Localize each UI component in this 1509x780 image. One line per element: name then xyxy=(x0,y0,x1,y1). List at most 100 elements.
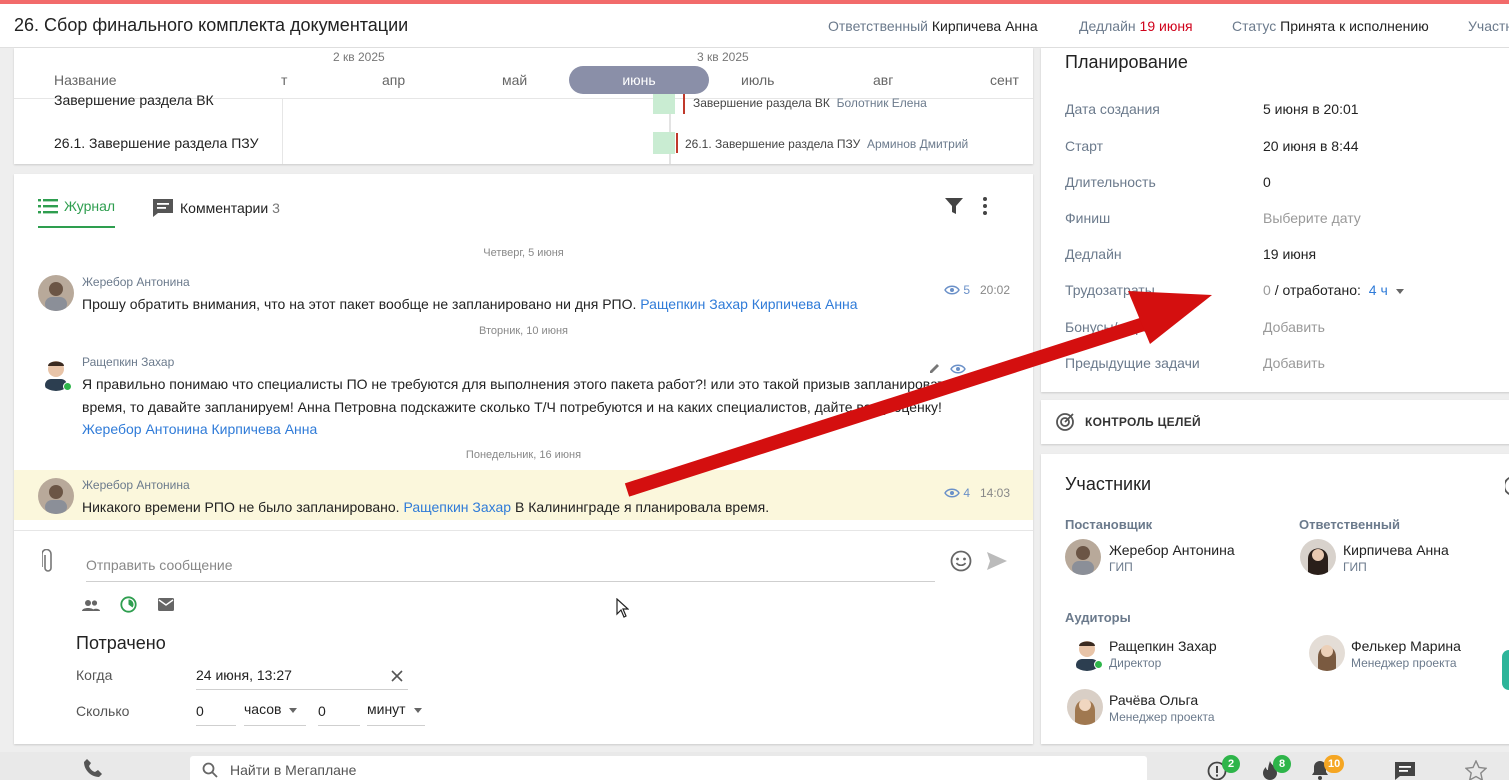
gantt-panel: 2 кв 2025 3 кв 2025 Название т апр май и… xyxy=(14,48,1033,164)
avatar[interactable] xyxy=(38,275,74,311)
auditor-name[interactable]: Ращепкин Захар xyxy=(1109,638,1217,654)
participants-title: Участники xyxy=(1065,474,1151,494)
bell-badge: 10 xyxy=(1324,755,1345,773)
worked-value[interactable]: 4 ч xyxy=(1369,282,1388,298)
deadline-date[interactable]: 19 июня xyxy=(1263,246,1316,262)
planning-label: Длительность xyxy=(1065,174,1156,190)
message-mention[interactable]: Ращепкин Захар xyxy=(403,499,511,515)
divider xyxy=(282,98,283,164)
planning-label: Дата создания xyxy=(1065,101,1160,117)
message-author[interactable]: Жеребор Антонина xyxy=(82,275,190,289)
month-active[interactable]: июнь xyxy=(569,66,709,94)
deadline-meta[interactable]: Дедлайн 19 июня xyxy=(1079,18,1193,34)
message-author[interactable]: Ращепкин Захар xyxy=(82,355,174,369)
edit-icon[interactable] xyxy=(929,361,941,377)
comments-count: 3 xyxy=(272,200,280,216)
minutes-unit-select[interactable]: минут xyxy=(367,696,425,726)
avatar[interactable] xyxy=(1067,689,1103,725)
setter-role: ГИП xyxy=(1109,560,1133,574)
comment-icon xyxy=(153,199,173,217)
deadline-marker xyxy=(676,133,678,153)
tab-journal[interactable]: Журнал xyxy=(38,198,116,228)
tab-comments[interactable]: Комментарии 3 xyxy=(152,198,280,218)
avatar[interactable] xyxy=(1065,539,1101,575)
attach-icon[interactable] xyxy=(41,548,54,576)
task-title: 26. Сбор финального комплекта документац… xyxy=(14,15,409,35)
worked-label: / отработано: xyxy=(1274,282,1361,298)
journal-panel: Журнал Комментарии 3 Четверг, 5 июня Жер… xyxy=(14,174,1033,744)
minutes-input[interactable] xyxy=(318,696,360,726)
fire-badge: 8 xyxy=(1273,755,1291,773)
send-icon[interactable] xyxy=(986,551,1008,574)
more-menu-icon[interactable] xyxy=(982,196,988,219)
month-label: авг xyxy=(873,72,894,88)
email-icon[interactable] xyxy=(158,598,174,614)
floating-action-button[interactable] xyxy=(1502,650,1509,690)
setter-name[interactable]: Жеребор Антонина xyxy=(1109,542,1235,558)
status-label: Статус xyxy=(1232,18,1277,34)
responsible-value[interactable]: Кирпичева Анна xyxy=(932,18,1038,34)
avatar[interactable] xyxy=(38,478,74,514)
planning-panel: Планирование Дата создания 5 июня в 20:0… xyxy=(1041,48,1509,392)
date-separator: Четверг, 5 июня xyxy=(483,247,564,259)
hours-input[interactable] xyxy=(196,696,236,726)
responsible-meta[interactable]: Ответственный Кирпичева Анна xyxy=(828,18,1038,34)
message-input[interactable] xyxy=(86,548,935,582)
participants-meta[interactable]: Участн xyxy=(1468,18,1509,34)
tab-comments-label: Комментарии xyxy=(180,200,269,216)
add-bonus-link[interactable]: Добавить xyxy=(1263,319,1325,335)
star-icon[interactable] xyxy=(1464,759,1488,780)
avatar[interactable] xyxy=(1300,539,1336,575)
labor-cost[interactable]: 0 / отработано: 4 ч xyxy=(1263,282,1404,298)
participants-icon[interactable] xyxy=(82,598,100,614)
participants-panel: Участники Постановщик Жеребор Антонина Г… xyxy=(1041,454,1509,744)
gantt-bar[interactable] xyxy=(653,94,675,114)
chat-icon[interactable] xyxy=(1394,761,1416,780)
finish-date-picker[interactable]: Выберите дату xyxy=(1263,210,1361,226)
hours-unit-select[interactable]: часов xyxy=(244,696,306,726)
month-label: сент xyxy=(990,72,1019,88)
avatar[interactable] xyxy=(1309,635,1345,671)
message-mentions[interactable]: Ращепкин Захар Кирпичева Анна xyxy=(640,296,857,312)
gantt-row-name[interactable]: 26.1. Завершение раздела ПЗУ xyxy=(54,135,258,151)
add-previous-task-link[interactable]: Добавить xyxy=(1263,355,1325,371)
auditor-name[interactable]: Фелькер Марина xyxy=(1351,638,1461,654)
time-tracking-icon[interactable] xyxy=(120,596,137,616)
participants-settings-icon[interactable] xyxy=(1503,476,1509,499)
bar-person: Болотник Елена xyxy=(836,96,927,110)
emoji-icon[interactable] xyxy=(950,550,972,575)
when-label: Когда xyxy=(76,667,113,683)
hours-unit: часов xyxy=(244,701,282,717)
deadline-label: Дедлайн xyxy=(1079,18,1136,34)
phone-icon[interactable] xyxy=(83,758,103,780)
goals-panel[interactable]: КОНТРОЛЬ ЦЕЛЕЙ xyxy=(1041,400,1509,444)
filter-icon[interactable] xyxy=(944,196,964,219)
responsible-label: Ответственный xyxy=(828,18,928,34)
bottom-bar: 2 8 10 xyxy=(0,752,1509,780)
chevron-down-icon[interactable] xyxy=(1395,288,1404,294)
search-box[interactable] xyxy=(190,756,1147,780)
deadline-value[interactable]: 19 июня xyxy=(1140,18,1193,34)
start-date[interactable]: 20 июня в 8:44 xyxy=(1263,138,1359,154)
views-number: 4 xyxy=(963,486,971,500)
when-input[interactable] xyxy=(196,660,408,690)
status-value[interactable]: Принята к исполнению xyxy=(1280,18,1429,34)
gantt-bar[interactable] xyxy=(653,132,675,154)
responsible-name[interactable]: Кирпичева Анна xyxy=(1343,542,1449,558)
status-meta[interactable]: Статус Принята к исполнению xyxy=(1232,18,1429,34)
message-author[interactable]: Жеребор Антонина xyxy=(82,478,190,492)
tab-journal-label: Журнал xyxy=(64,198,116,214)
auditor-name[interactable]: Рачёва Ольга xyxy=(1109,692,1198,708)
responsible-label: Ответственный xyxy=(1299,517,1400,532)
message-body: Я правильно понимаю что специалисты ПО н… xyxy=(82,376,952,415)
bar-person: Арминов Дмитрий xyxy=(866,137,969,151)
clear-icon[interactable] xyxy=(391,669,403,685)
list-icon xyxy=(38,199,58,214)
minutes-unit: минут xyxy=(367,701,406,717)
search-input[interactable] xyxy=(230,762,1110,778)
journal-message-highlighted: Жеребор Антонина Никакого времени РПО не… xyxy=(14,470,1033,520)
duration-value[interactable]: 0 xyxy=(1263,174,1271,190)
participants-label: Участн xyxy=(1468,18,1509,34)
message-mentions[interactable]: Жеребор Антонина Кирпичева Анна xyxy=(82,421,317,437)
gantt-row-name[interactable]: Завершение раздела ВК xyxy=(54,92,214,108)
